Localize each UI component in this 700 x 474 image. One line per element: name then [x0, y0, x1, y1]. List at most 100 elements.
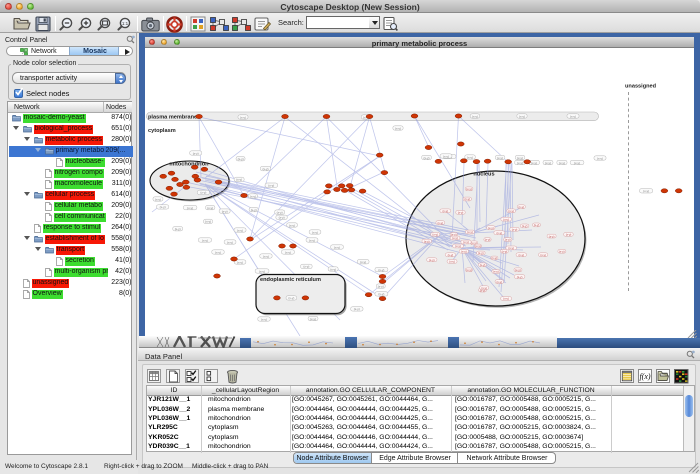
- svg-text:(x-y): (x-y): [285, 250, 291, 254]
- svg-text:(x-y): (x-y): [193, 151, 199, 155]
- svg-text:(x-y): (x-y): [277, 210, 283, 214]
- svg-text:(x-y): (x-y): [160, 205, 166, 209]
- svg-text:(x-y): (x-y): [268, 184, 274, 188]
- svg-text:(x-y): (x-y): [200, 191, 206, 195]
- svg-text:(x-y): (x-y): [463, 240, 469, 244]
- svg-text:(x-y): (x-y): [443, 154, 449, 158]
- svg-text:(x-y): (x-y): [497, 280, 503, 284]
- svg-text:(x-y): (x-y): [531, 161, 537, 165]
- svg-text:unassigned: unassigned: [625, 84, 657, 90]
- svg-text:(x-y): (x-y): [205, 220, 211, 224]
- svg-text:(x-y): (x-y): [488, 226, 494, 230]
- svg-text:(x-y): (x-y): [574, 161, 580, 165]
- svg-text:(x-y): (x-y): [263, 167, 269, 171]
- svg-text:(x-y): (x-y): [472, 114, 478, 118]
- svg-text:(x-y): (x-y): [312, 230, 318, 234]
- svg-text:(x-y): (x-y): [492, 256, 498, 260]
- svg-text:(x-y): (x-y): [175, 227, 181, 231]
- svg-text:(x-y): (x-y): [566, 233, 572, 237]
- svg-text:(x-y): (x-y): [508, 209, 514, 213]
- svg-text:(x-y): (x-y): [279, 216, 285, 220]
- svg-text:(x-y): (x-y): [515, 268, 521, 272]
- svg-text:(x-y): (x-y): [505, 238, 511, 242]
- svg-text:(x-y): (x-y): [502, 250, 508, 254]
- svg-text:(x-y): (x-y): [519, 253, 525, 257]
- svg-text:(x-y): (x-y): [497, 231, 503, 235]
- svg-text:(x-y): (x-y): [517, 156, 523, 160]
- svg-text:(x-y): (x-y): [517, 161, 523, 165]
- svg-text:(x-y): (x-y): [512, 228, 518, 232]
- svg-text:(x-y): (x-y): [238, 157, 244, 161]
- svg-text:(x-y): (x-y): [455, 244, 461, 248]
- svg-text:(x-y): (x-y): [259, 269, 265, 273]
- svg-text:(x-y): (x-y): [222, 209, 228, 213]
- svg-text:(x-y): (x-y): [461, 250, 467, 254]
- svg-text:(x-y): (x-y): [227, 240, 233, 244]
- svg-text:(x-y): (x-y): [497, 156, 503, 160]
- svg-text:(x-y): (x-y): [465, 197, 471, 201]
- svg-text:(x-y): (x-y): [570, 114, 576, 118]
- svg-text:(x-y): (x-y): [289, 223, 295, 227]
- svg-text:(x-y): (x-y): [519, 114, 525, 118]
- svg-text:(x-y): (x-y): [288, 296, 294, 300]
- svg-text:(x-y): (x-y): [240, 115, 246, 119]
- svg-text:(x-y): (x-y): [493, 270, 499, 274]
- svg-text:(x-y): (x-y): [187, 206, 193, 210]
- svg-text:(x-y): (x-y): [263, 254, 269, 258]
- svg-text:(x-y): (x-y): [522, 224, 528, 228]
- svg-text:(x-y): (x-y): [334, 245, 340, 249]
- svg-text:(x-y): (x-y): [378, 284, 384, 288]
- svg-text:(x-y): (x-y): [303, 265, 309, 269]
- svg-text:(x-y): (x-y): [517, 275, 523, 279]
- svg-text:mitochondrion: mitochondrion: [169, 162, 209, 168]
- svg-text:(x-y): (x-y): [378, 268, 384, 272]
- svg-text:(x-y): (x-y): [458, 211, 464, 215]
- svg-text:(x-y): (x-y): [467, 230, 473, 234]
- svg-text:(x-y): (x-y): [540, 253, 546, 257]
- svg-text:(x-y): (x-y): [236, 178, 242, 182]
- svg-text:(x-y): (x-y): [559, 250, 565, 254]
- svg-text:(x-y): (x-y): [443, 209, 449, 213]
- svg-text:(x-y): (x-y): [309, 238, 315, 242]
- svg-text:(x-y): (x-y): [643, 189, 649, 193]
- svg-text:(x-y): (x-y): [478, 251, 484, 255]
- svg-text:(x-y): (x-y): [597, 156, 603, 160]
- svg-text:cytoplasm: cytoplasm: [148, 128, 176, 134]
- svg-text:(x-y): (x-y): [237, 260, 243, 264]
- svg-text:(x-y): (x-y): [378, 292, 384, 296]
- svg-text:(x-y): (x-y): [330, 267, 336, 271]
- svg-text:(x-y): (x-y): [452, 236, 458, 240]
- svg-text:(x-y): (x-y): [545, 161, 551, 165]
- svg-text:(x-y): (x-y): [215, 250, 221, 254]
- svg-text:(x-y): (x-y): [448, 253, 454, 257]
- svg-text:f(x): f(x): [639, 372, 650, 381]
- svg-text:(x-y): (x-y): [508, 246, 514, 250]
- svg-text:(x-y): (x-y): [424, 156, 430, 160]
- svg-text:(x-y): (x-y): [466, 268, 472, 272]
- svg-text:(x-y): (x-y): [310, 317, 316, 321]
- svg-text:(x-y): (x-y): [534, 223, 540, 227]
- svg-text:(x-y): (x-y): [438, 221, 444, 225]
- svg-text:plasma membrane: plasma membrane: [148, 114, 197, 120]
- svg-text:(x-y): (x-y): [503, 217, 509, 221]
- svg-text:(x-y): (x-y): [549, 234, 555, 238]
- svg-text:endoplasmic reticulum: endoplasmic reticulum: [260, 277, 321, 283]
- svg-text:(x-y): (x-y): [250, 194, 256, 198]
- svg-text:(x-y): (x-y): [360, 260, 366, 264]
- svg-text:(x-y): (x-y): [559, 161, 565, 165]
- svg-text:(x-y): (x-y): [155, 197, 161, 201]
- svg-text:(x-y): (x-y): [424, 239, 430, 243]
- svg-text:(x-y): (x-y): [429, 258, 435, 262]
- svg-text:(x-y): (x-y): [467, 155, 473, 159]
- svg-text:(x-y): (x-y): [261, 317, 267, 321]
- svg-text:(x-y): (x-y): [207, 206, 213, 210]
- svg-text:(x-y): (x-y): [202, 238, 208, 242]
- svg-text:(x-y): (x-y): [480, 263, 486, 267]
- svg-text:(x-y): (x-y): [503, 297, 509, 301]
- svg-text:(x-y): (x-y): [432, 233, 438, 237]
- svg-text:(x-y): (x-y): [519, 205, 525, 209]
- svg-text:(x-y): (x-y): [485, 238, 491, 242]
- svg-text:(x-y): (x-y): [449, 260, 455, 264]
- svg-text:(x-y): (x-y): [466, 187, 472, 191]
- svg-text:(x-y): (x-y): [395, 126, 401, 130]
